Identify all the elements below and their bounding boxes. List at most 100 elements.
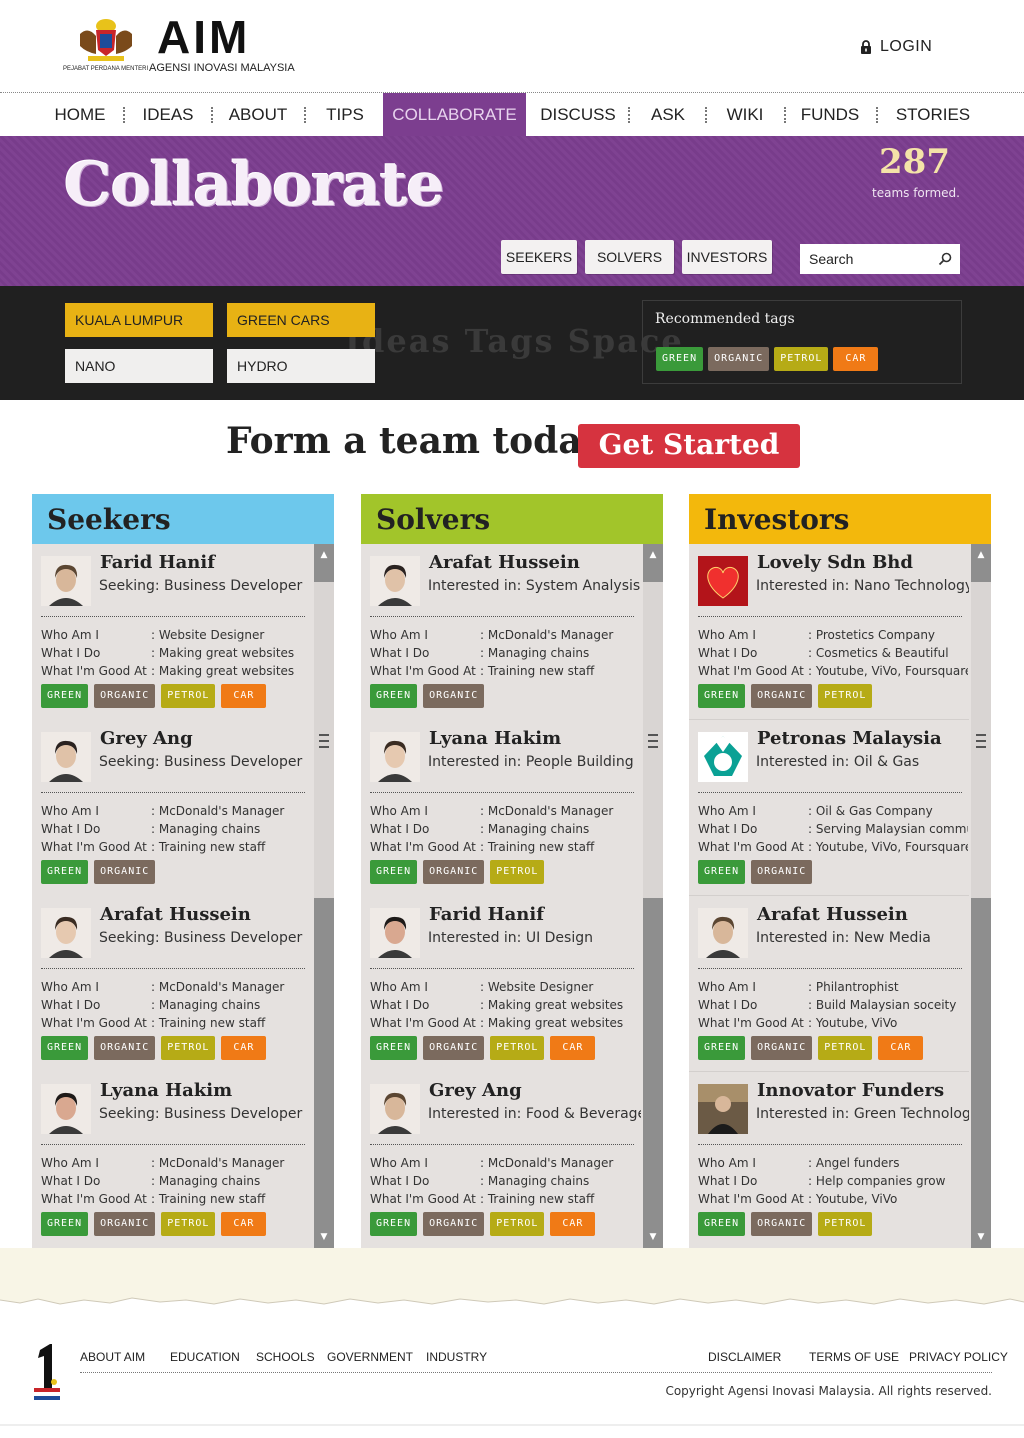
- footer-link-education[interactable]: EDUCATION: [170, 1350, 240, 1364]
- logo-title[interactable]: AIM: [157, 12, 250, 62]
- tag-green[interactable]: GREEN: [370, 860, 418, 884]
- tag-petrol[interactable]: PETROL: [818, 684, 873, 708]
- footer-link-privacy[interactable]: PRIVACY POLICY: [909, 1350, 1008, 1364]
- tag-organic[interactable]: ORGANIC: [751, 684, 813, 708]
- profile-name[interactable]: Arafat Hussein: [429, 552, 580, 573]
- profile-card[interactable]: Farid Hanif Interested in: UI Design Who A…: [361, 896, 641, 1072]
- avatar[interactable]: [370, 908, 420, 958]
- tag-organic[interactable]: ORGANIC: [94, 684, 156, 708]
- tag-car[interactable]: CAR: [221, 1036, 267, 1060]
- scrollbar-thumb[interactable]: [314, 898, 334, 1248]
- tag-green[interactable]: GREEN: [41, 860, 89, 884]
- profile-name[interactable]: Lovely Sdn Bhd: [757, 552, 913, 573]
- search-input[interactable]: [800, 244, 932, 274]
- profile-card[interactable]: Petronas Malaysia Interested in: Oil & Ga…: [689, 720, 969, 896]
- tag-car[interactable]: CAR: [550, 1036, 596, 1060]
- avatar[interactable]: [370, 556, 420, 606]
- tag-chip-hydro[interactable]: HYDRO: [227, 349, 375, 383]
- tag-organic[interactable]: ORGANIC: [708, 347, 770, 371]
- scroll-grip-icon[interactable]: [648, 734, 658, 748]
- tag-car[interactable]: CAR: [221, 684, 267, 708]
- profile-card[interactable]: Lovely Sdn Bhd Interested in: Nano Techno…: [689, 544, 969, 720]
- tag-green[interactable]: GREEN: [698, 1036, 746, 1060]
- profile-card[interactable]: Grey Ang Seeking: Business Developer Who A…: [32, 720, 312, 896]
- tag-organic[interactable]: ORGANIC: [94, 860, 156, 884]
- tag-green[interactable]: GREEN: [698, 860, 746, 884]
- scroll-up-arrow-icon[interactable]: ▲: [643, 548, 663, 562]
- profile-name[interactable]: Grey Ang: [429, 1080, 522, 1101]
- tag-organic[interactable]: ORGANIC: [751, 1036, 813, 1060]
- tag-chip-kuala-lumpur[interactable]: KUALA LUMPUR: [65, 303, 213, 337]
- tag-car[interactable]: CAR: [878, 1036, 924, 1060]
- tag-organic[interactable]: ORGANIC: [751, 860, 813, 884]
- scroll-grip-icon[interactable]: [319, 734, 329, 748]
- search-icon[interactable]: [938, 252, 952, 266]
- nav-tips[interactable]: TIPS: [312, 93, 378, 137]
- filter-solvers-button[interactable]: SOLVERS: [585, 240, 674, 274]
- tag-chip-green-cars[interactable]: GREEN CARS: [227, 303, 375, 337]
- scroll-up-arrow-icon[interactable]: ▲: [314, 548, 334, 562]
- tag-organic[interactable]: ORGANIC: [423, 684, 485, 708]
- avatar[interactable]: [41, 908, 91, 958]
- filter-investors-button[interactable]: INVESTORS: [682, 240, 772, 274]
- profile-name[interactable]: Lyana Hakim: [429, 728, 561, 749]
- scroll-down-arrow-icon[interactable]: ▼: [314, 1230, 334, 1244]
- profile-card[interactable]: Farid Hanif Seeking: Business Developer Wh…: [32, 544, 312, 720]
- tag-green[interactable]: GREEN: [698, 1212, 746, 1236]
- footer-link-schools[interactable]: SCHOOLS: [256, 1350, 315, 1364]
- scroll-down-arrow-icon[interactable]: ▼: [971, 1230, 991, 1244]
- profile-name[interactable]: Lyana Hakim: [100, 1080, 232, 1101]
- footer-link-government[interactable]: GOVERNMENT: [327, 1350, 413, 1364]
- scroll-grip-icon[interactable]: [976, 734, 986, 748]
- tag-petrol[interactable]: PETROL: [490, 1036, 545, 1060]
- tag-organic[interactable]: ORGANIC: [423, 1212, 485, 1236]
- profile-name[interactable]: Arafat Hussein: [757, 904, 908, 925]
- tag-petrol[interactable]: PETROL: [161, 1036, 216, 1060]
- profile-card[interactable]: Innovator Funders Interested in: Green Te…: [689, 1072, 969, 1248]
- scrollbar[interactable]: ▲ ▼: [314, 544, 334, 1248]
- tag-petrol[interactable]: PETROL: [490, 860, 545, 884]
- nav-ideas[interactable]: IDEAS: [132, 93, 204, 137]
- profile-name[interactable]: Petronas Malaysia: [757, 728, 942, 749]
- profile-card[interactable]: Arafat Hussein Interested in: System Anal…: [361, 544, 641, 720]
- get-started-button[interactable]: Get Started: [578, 424, 800, 468]
- tag-green[interactable]: GREEN: [370, 684, 418, 708]
- tag-green[interactable]: GREEN: [41, 684, 89, 708]
- profile-card[interactable]: Lyana Hakim Seeking: Business Developer Wh…: [32, 1072, 312, 1248]
- scrollbar-thumb[interactable]: [971, 898, 991, 1248]
- profile-name[interactable]: Farid Hanif: [429, 904, 544, 925]
- footer-link-about-aim[interactable]: ABOUT AIM: [80, 1350, 145, 1364]
- profile-card[interactable]: Arafat Hussein Seeking: Business Develope…: [32, 896, 312, 1072]
- profile-card[interactable]: Lyana Hakim Interested in: People Buildin…: [361, 720, 641, 896]
- tag-green[interactable]: GREEN: [656, 347, 704, 371]
- tag-car[interactable]: CAR: [833, 347, 879, 371]
- footer-link-industry[interactable]: INDUSTRY: [426, 1350, 487, 1364]
- tag-green[interactable]: GREEN: [41, 1212, 89, 1236]
- avatar[interactable]: [370, 1084, 420, 1134]
- profile-name[interactable]: Innovator Funders: [757, 1080, 944, 1101]
- profile-name[interactable]: Arafat Hussein: [100, 904, 251, 925]
- profile-card[interactable]: Grey Ang Interested in: Food & Beverages W…: [361, 1072, 641, 1248]
- avatar[interactable]: [41, 732, 91, 782]
- tag-petrol[interactable]: PETROL: [818, 1036, 873, 1060]
- tag-chip-nano[interactable]: NANO: [65, 349, 213, 383]
- profile-name[interactable]: Grey Ang: [100, 728, 193, 749]
- tag-car[interactable]: CAR: [550, 1212, 596, 1236]
- profile-card[interactable]: Arafat Hussein Interested in: New Media Wh…: [689, 896, 969, 1072]
- tag-organic[interactable]: ORGANIC: [94, 1036, 156, 1060]
- nav-wiki[interactable]: WIKI: [714, 93, 776, 137]
- tag-petrol[interactable]: PETROL: [774, 347, 829, 371]
- tag-organic[interactable]: ORGANIC: [423, 1036, 485, 1060]
- nav-stories[interactable]: STORIES: [892, 93, 974, 137]
- tag-petrol[interactable]: PETROL: [818, 1212, 873, 1236]
- avatar[interactable]: [41, 556, 91, 606]
- avatar[interactable]: [698, 1084, 748, 1134]
- footer-link-disclaimer[interactable]: DISCLAIMER: [708, 1350, 781, 1364]
- filter-seekers-button[interactable]: SEEKERS: [501, 240, 577, 274]
- tag-organic[interactable]: ORGANIC: [94, 1212, 156, 1236]
- tag-organic[interactable]: ORGANIC: [751, 1212, 813, 1236]
- avatar[interactable]: [370, 732, 420, 782]
- nav-home[interactable]: HOME: [44, 93, 116, 137]
- tag-petrol[interactable]: PETROL: [161, 684, 216, 708]
- avatar[interactable]: [698, 556, 748, 606]
